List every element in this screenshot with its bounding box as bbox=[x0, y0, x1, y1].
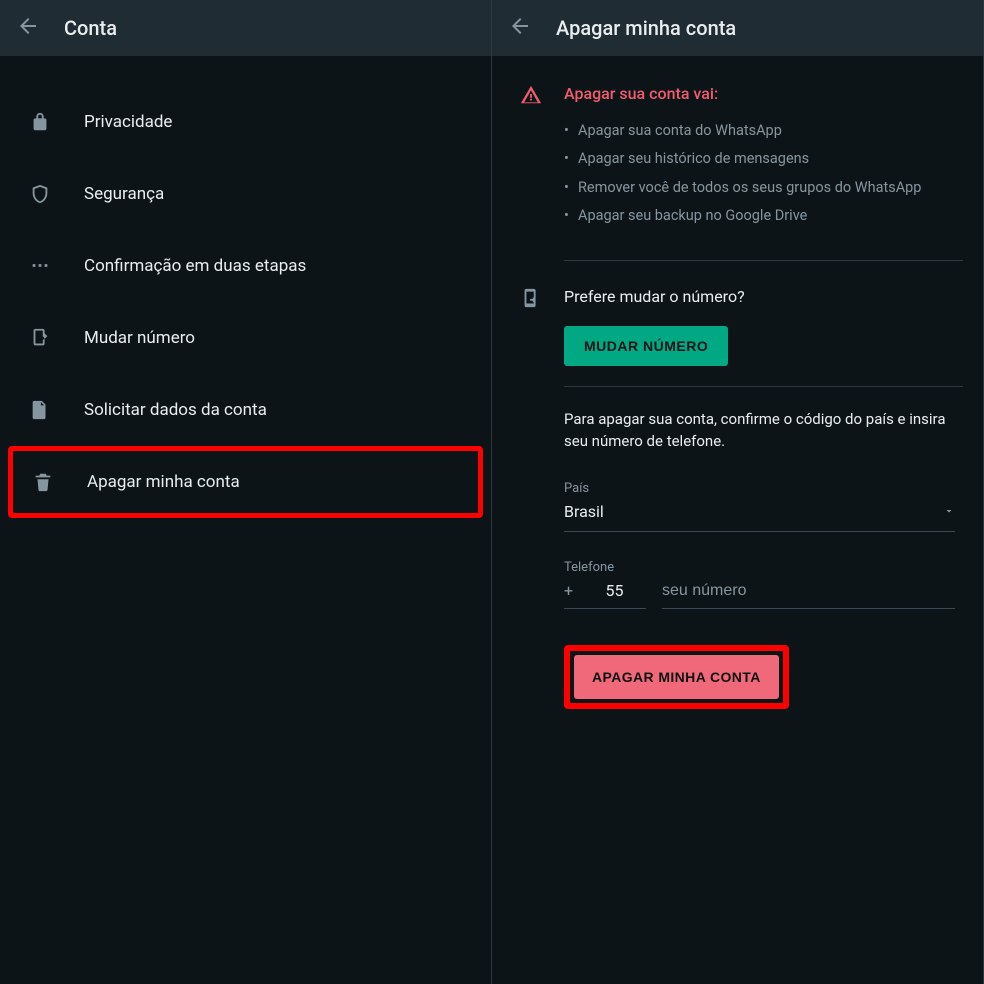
app-bar: Conta bbox=[0, 0, 491, 56]
list-item-delete-account[interactable]: Apagar minha conta bbox=[13, 451, 478, 513]
send-phone-icon bbox=[28, 327, 52, 349]
lock-icon bbox=[28, 111, 52, 133]
change-body: Prefere mudar o número? MUDAR NÚMERO bbox=[564, 287, 955, 366]
warning-body: Apagar sua conta vai: Apagar sua conta d… bbox=[564, 84, 955, 230]
phone-row: + 55 bbox=[564, 581, 955, 609]
back-icon[interactable] bbox=[508, 14, 532, 42]
chevron-down-icon bbox=[943, 502, 955, 521]
country-value: Brasil bbox=[564, 502, 604, 521]
country-code-field[interactable]: + 55 bbox=[564, 581, 646, 609]
list-item-label: Solicitar dados da conta bbox=[84, 400, 479, 420]
pin-icon bbox=[28, 255, 52, 277]
page-title: Apagar minha conta bbox=[556, 16, 736, 40]
warning-title: Apagar sua conta vai: bbox=[564, 84, 955, 103]
list-item-label: Mudar número bbox=[84, 328, 479, 348]
list-item-change-number[interactable]: Mudar número bbox=[0, 302, 491, 374]
country-label: País bbox=[564, 481, 955, 496]
phone-label: Telefone bbox=[564, 560, 955, 575]
delete-account-pane: Apagar minha conta Apagar sua conta vai:… bbox=[492, 0, 984, 984]
change-number-block: Prefere mudar o número? MUDAR NÚMERO bbox=[512, 261, 963, 380]
plus-sign: + bbox=[564, 581, 573, 600]
warning-item: Apagar sua conta do WhatsApp bbox=[564, 117, 955, 145]
phone-number-input[interactable] bbox=[662, 582, 955, 609]
highlight-delete-button: APAGAR MINHA CONTA bbox=[564, 645, 789, 709]
list-item-label: Confirmação em duas etapas bbox=[84, 256, 479, 276]
list-item-two-step[interactable]: Confirmação em duas etapas bbox=[0, 230, 491, 302]
form-instructions: Para apagar sua conta, confirme o código… bbox=[564, 409, 955, 453]
warning-icon bbox=[520, 84, 542, 230]
change-number-prompt: Prefere mudar o número? bbox=[564, 287, 955, 306]
country-select[interactable]: Brasil bbox=[564, 502, 955, 532]
settings-list: Privacidade Segurança Confirmação em dua… bbox=[0, 56, 491, 518]
country-code-value: 55 bbox=[583, 581, 646, 600]
change-number-button[interactable]: MUDAR NÚMERO bbox=[564, 326, 728, 366]
account-settings-pane: Conta Privacidade Segurança Confirmação … bbox=[0, 0, 492, 984]
back-icon[interactable] bbox=[16, 14, 40, 42]
list-item-label: Segurança bbox=[84, 184, 479, 204]
app-bar: Apagar minha conta bbox=[492, 0, 983, 56]
shield-icon bbox=[28, 183, 52, 205]
warning-list: Apagar sua conta do WhatsApp Apagar seu … bbox=[564, 117, 955, 230]
highlight-delete-account: Apagar minha conta bbox=[8, 446, 483, 518]
warning-block: Apagar sua conta vai: Apagar sua conta d… bbox=[512, 56, 963, 254]
warning-item: Apagar seu histórico de mensagens bbox=[564, 145, 955, 173]
delete-form: Para apagar sua conta, confirme o código… bbox=[512, 387, 963, 717]
list-item-label: Apagar minha conta bbox=[87, 472, 466, 492]
warning-item: Remover você de todos os seus grupos do … bbox=[564, 174, 955, 202]
document-icon bbox=[28, 399, 52, 421]
page-title: Conta bbox=[64, 16, 117, 40]
content: Apagar sua conta vai: Apagar sua conta d… bbox=[492, 56, 983, 717]
trash-icon bbox=[31, 471, 55, 493]
list-item-label: Privacidade bbox=[84, 112, 479, 132]
list-item-request-info[interactable]: Solicitar dados da conta bbox=[0, 374, 491, 446]
phone-change-icon bbox=[520, 287, 542, 313]
list-item-privacy[interactable]: Privacidade bbox=[0, 86, 491, 158]
list-item-security[interactable]: Segurança bbox=[0, 158, 491, 230]
warning-item: Apagar seu backup no Google Drive bbox=[564, 202, 955, 230]
delete-account-button[interactable]: APAGAR MINHA CONTA bbox=[574, 655, 779, 699]
